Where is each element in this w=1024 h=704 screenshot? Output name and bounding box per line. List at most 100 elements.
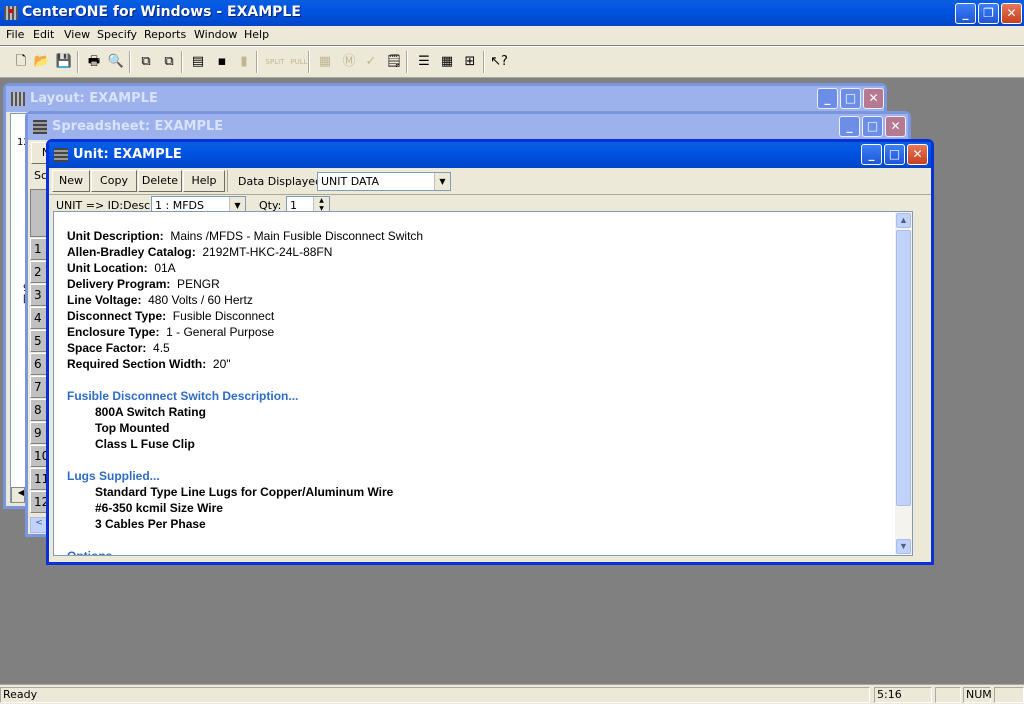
unit-icon <box>54 148 68 162</box>
layout-hscroll-left[interactable]: ◀ <box>11 487 25 503</box>
pull-icon[interactable]: PULL <box>288 53 310 71</box>
vertical-scrollbar[interactable]: ▲ ▼ <box>895 212 912 555</box>
menu-window[interactable]: Window <box>194 28 237 41</box>
scroll-thumb[interactable] <box>896 230 911 506</box>
layout-title-bar[interactable]: Layout: EXAMPLE _ □ ✕ <box>6 86 884 112</box>
unit-title: Unit: EXAMPLE <box>73 147 182 162</box>
layout-icon <box>11 92 25 106</box>
toolbar-separator <box>181 51 183 73</box>
save-icon[interactable]: 💾 <box>55 53 73 71</box>
context-help-icon[interactable]: ↖? <box>490 53 508 71</box>
field-label: Line Voltage: <box>67 293 142 307</box>
section-heading: Fusible Disconnect Switch Description... <box>67 389 299 403</box>
unit-title-bar[interactable]: Unit: EXAMPLE _ □ ✕ <box>49 142 931 168</box>
menu-view[interactable]: View <box>64 28 90 41</box>
unit-field: Allen-Bradley Catalog: 2192MT-HKC-24L-88… <box>67 245 332 259</box>
copy-button[interactable]: Copy <box>91 170 137 192</box>
spreadsheet-close-button[interactable]: ✕ <box>885 116 906 137</box>
status-text: Ready <box>0 687 870 703</box>
unit-field: Disconnect Type: Fusible Disconnect <box>67 309 274 323</box>
unit-field: Space Factor: 4.5 <box>67 341 170 355</box>
layout-close-button[interactable]: ✕ <box>863 88 884 109</box>
spreadsheet-maximize-button[interactable]: □ <box>862 116 883 137</box>
layout-minimize-button[interactable]: _ <box>817 88 838 109</box>
field-value: 2192MT-HKC-24L-88FN <box>195 245 333 259</box>
status-num: NUM <box>963 687 992 703</box>
section-item: Standard Type Line Lugs for Copper/Alumi… <box>95 485 394 499</box>
field-value: 4.5 <box>146 341 170 355</box>
unit-maximize-button[interactable]: □ <box>884 144 905 165</box>
help-button[interactable]: Help <box>183 170 225 192</box>
toolbar-separator <box>483 51 485 73</box>
field-label: Allen-Bradley Catalog: <box>67 245 196 259</box>
check-icon[interactable]: ✓ <box>362 53 380 71</box>
menu-help[interactable]: Help <box>244 28 269 41</box>
minimize-button[interactable]: _ <box>955 3 976 24</box>
menu-file[interactable]: File <box>6 28 24 41</box>
field-value: PENGR <box>170 277 220 291</box>
app-icon <box>4 6 18 20</box>
copy-unit-icon[interactable]: ⧉ <box>137 53 155 71</box>
menu-reports[interactable]: Reports <box>144 28 186 41</box>
field-label: Unit Location: <box>67 261 148 275</box>
unit-window[interactable]: Unit: EXAMPLE _ □ ✕ New Copy Delete Help… <box>46 139 934 565</box>
section-icon[interactable]: ▮ <box>235 53 253 71</box>
copy-multiple-icon[interactable]: ⧉ <box>160 53 178 71</box>
open-icon[interactable]: 📂 <box>33 53 51 71</box>
chevron-down-icon[interactable]: ▼ <box>434 173 450 190</box>
layout-view-icon[interactable]: ☰ <box>415 53 433 71</box>
field-label: Enclosure Type: <box>67 325 160 339</box>
section-item: 3 Cables Per Phase <box>95 517 206 531</box>
unit-field: Line Voltage: 480 Volts / 60 Hertz <box>67 293 253 307</box>
split-icon[interactable]: SPLIT <box>264 53 286 71</box>
app-title-bar: CenterONE for Windows - EXAMPLE _ ❐ ✕ <box>0 0 1024 26</box>
grid-view-icon[interactable]: ▦ <box>438 53 456 71</box>
data-displayed-select[interactable]: UNIT DATA ▼ <box>317 172 451 191</box>
unit-icon[interactable]: ▪ <box>213 53 231 71</box>
section-item: Top Mounted <box>95 421 170 435</box>
field-value: Mains /MFDS - Main Fusible Disconnect Sw… <box>163 229 424 243</box>
restore-button[interactable]: ❐ <box>978 3 999 24</box>
section-item: #6-350 kcmil Size Wire <box>95 501 223 515</box>
menu-specify[interactable]: Specify <box>97 28 137 41</box>
spreadsheet-title-bar[interactable]: Spreadsheet: EXAMPLE _ □ ✕ <box>28 114 908 140</box>
layout-maximize-button[interactable]: □ <box>840 88 861 109</box>
new-icon[interactable]: 🗋 <box>12 53 30 71</box>
divider <box>49 194 931 195</box>
toolbar-separator <box>406 51 408 73</box>
status-cap <box>935 687 961 703</box>
unit-field: Unit Location: 01A <box>67 261 176 275</box>
delete-button[interactable]: Delete <box>138 170 182 192</box>
close-button[interactable]: ✕ <box>1001 3 1022 24</box>
unit-minimize-button[interactable]: _ <box>861 144 882 165</box>
unit-close-button[interactable]: ✕ <box>907 144 928 165</box>
scroll-up-icon[interactable]: ▲ <box>896 213 911 228</box>
field-value: 1 - General Purpose <box>159 325 275 339</box>
menu-edit[interactable]: Edit <box>33 28 54 41</box>
new-button[interactable]: New <box>52 170 90 192</box>
spreadsheet-icon <box>33 120 47 134</box>
scroll-down-icon[interactable]: ▼ <box>896 539 911 554</box>
stack-icon[interactable]: ▦ <box>316 53 334 71</box>
field-value: 20" <box>206 357 231 371</box>
field-label: Unit Description: <box>67 229 164 243</box>
print-icon[interactable]: 🖶 <box>85 53 103 71</box>
print-preview-icon[interactable]: 🔍 <box>107 53 125 71</box>
spreadsheet-icon[interactable]: ▤ <box>189 53 207 71</box>
section-heading: Options... <box>67 549 123 556</box>
spreadsheet-title: Spreadsheet: EXAMPLE <box>52 119 224 134</box>
data-displayed-label: Data Displayed: <box>238 175 326 188</box>
spreadsheet-minimize-button[interactable]: _ <box>839 116 860 137</box>
field-value: 01A <box>147 261 176 275</box>
motor-icon[interactable]: Ⓜ <box>340 53 358 71</box>
toolbar-separator <box>77 51 79 73</box>
field-value: 480 Volts / 60 Hertz <box>141 293 253 307</box>
field-label: Delivery Program: <box>67 277 171 291</box>
table-view-icon[interactable]: ⊞ <box>461 53 479 71</box>
status-bar: Ready 5:16 NUM <box>0 684 1024 704</box>
status-position: 5:16 <box>874 687 932 703</box>
field-label: Disconnect Type: <box>67 309 167 323</box>
separator <box>227 170 228 192</box>
data-displayed-value: UNIT DATA <box>321 175 380 188</box>
properties-icon[interactable]: 🗒 <box>385 53 403 71</box>
